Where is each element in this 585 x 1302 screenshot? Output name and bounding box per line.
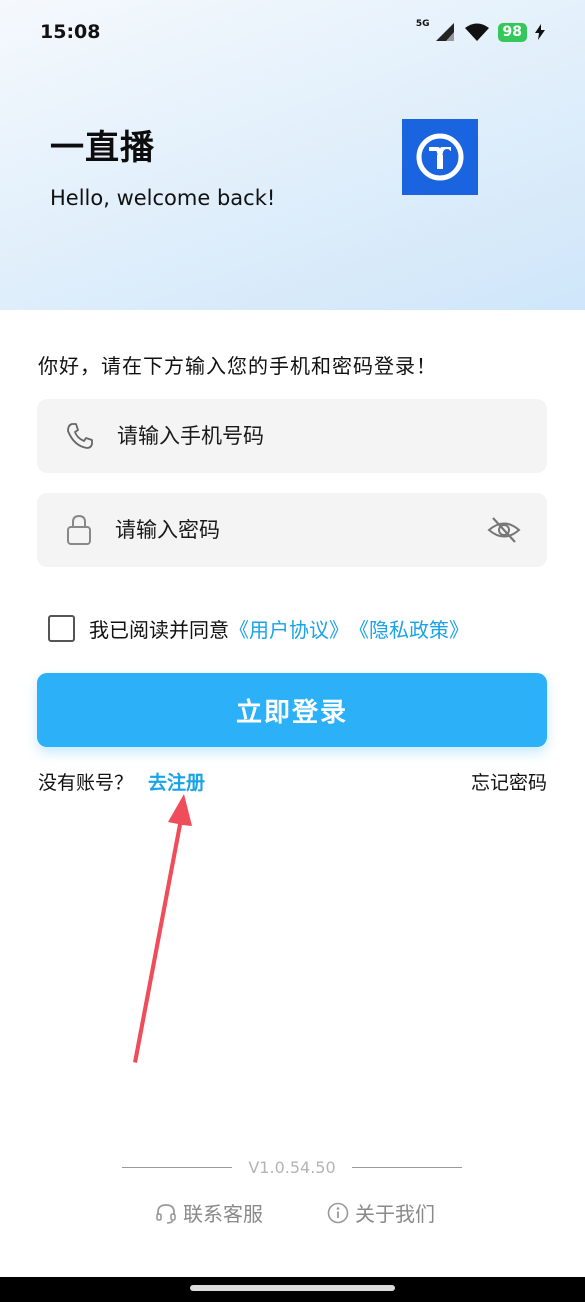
eye-off-icon[interactable] [487,515,521,545]
forgot-password-link[interactable]: 忘记密码 [471,768,547,795]
password-input[interactable] [115,518,445,542]
info-icon [327,1202,349,1223]
contact-support-link[interactable]: 联系客服 [155,1198,263,1227]
phone-input[interactable] [117,424,447,448]
user-agreement-link[interactable]: 《用户协议》 [229,614,349,643]
annotation-arrow [133,794,192,1063]
privacy-policy-link[interactable]: 《隐私政策》 [349,614,469,643]
about-label: 关于我们 [355,1202,435,1226]
status-time: 15:08 [40,21,101,43]
network-label: 5G [415,19,430,29]
phone-icon [67,423,93,449]
contact-label: 联系客服 [183,1202,263,1226]
headset-icon [156,1203,176,1224]
agreement-row: 我已阅读并同意 《用户协议》 《隐私政策》 [48,614,469,643]
footer-links: 联系客服 关于我们 [155,1198,435,1227]
battery-badge: 98 [497,22,527,42]
app-title: 一直播 [50,128,155,168]
phone-field[interactable] [37,399,547,473]
signal-icon [435,23,454,41]
lock-icon [67,514,91,545]
divider-right [352,1166,462,1169]
version-text: V1.0.54.50 [248,1158,336,1177]
no-account-text: 没有账号？ [38,772,134,794]
welcome-text: Hello, welcome back! [50,186,276,210]
home-indicator[interactable] [190,1285,395,1291]
login-greeting: 你好，请在下方输入您的手机和密码登录！ [38,354,437,378]
agree-text: 我已阅读并同意 [89,618,229,642]
login-button[interactable]: 立即登录 [37,673,547,747]
wifi-icon [464,23,489,41]
status-indicators: 5G 98 [412,19,545,42]
agree-checkbox[interactable] [48,615,75,642]
divider-left [122,1166,232,1169]
about-us-link[interactable]: 关于我们 [327,1198,435,1227]
version-row: V1.0.54.50 [122,1158,462,1177]
bolt-icon [535,24,545,40]
app-logo-icon [402,119,478,195]
password-field[interactable] [37,493,547,567]
status-bar: 15:08 5G 98 [0,0,585,64]
